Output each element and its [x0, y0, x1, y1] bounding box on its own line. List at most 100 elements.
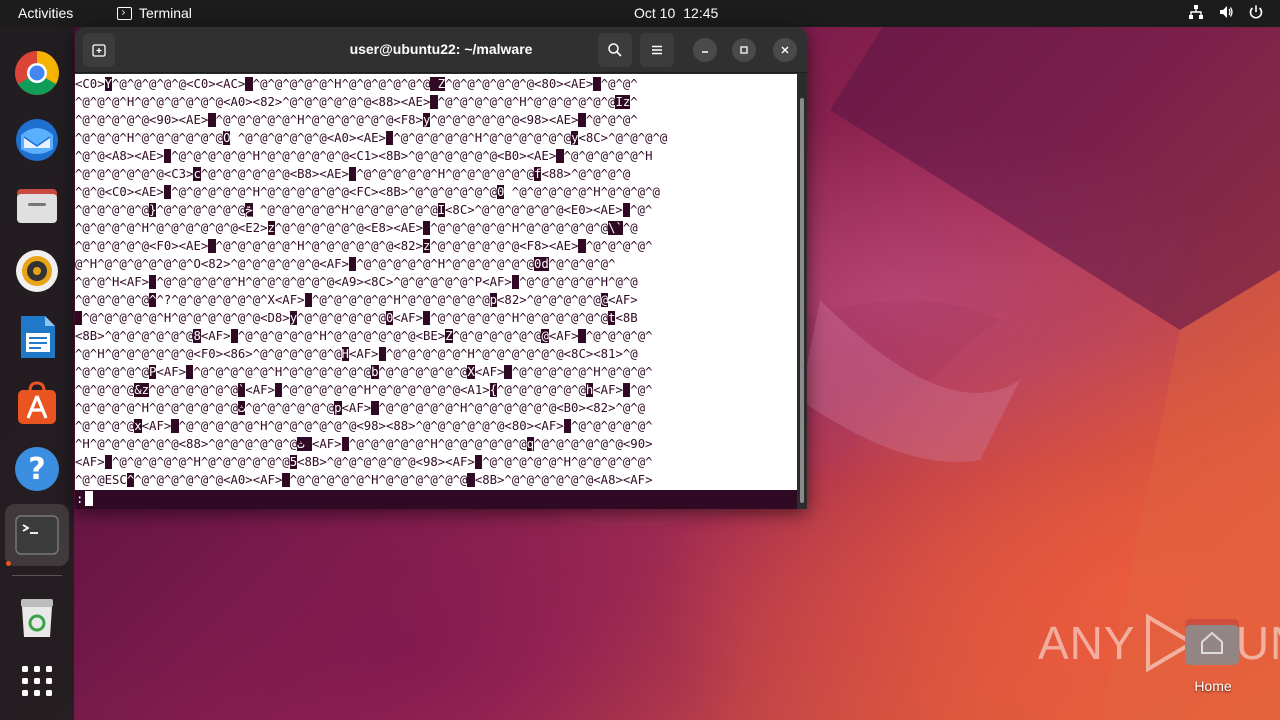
- terminal-text-segment: <8B>^@^@^@^@^@^@<A8><AF>: [474, 473, 653, 487]
- terminal-text-segment: ^@^@^@^@^@^H: [563, 149, 653, 163]
- highlighted-byte: p: [334, 401, 342, 415]
- terminal-line: ^@^@^@^@^H^@^@^@^@^@^@<E2>z^@^@^@^@^@^@<…: [75, 219, 797, 237]
- terminal-text-segment: ^@^@^@^@^@^H^@^@^@^@^@^@: [252, 203, 438, 217]
- menu-button[interactable]: [640, 33, 674, 67]
- pager-prompt-text: :: [76, 492, 84, 506]
- terminal-line: ^@^@<A8><AE> ^@^@^@^@^@^H^@^@^@^@^@^@<C1…: [75, 147, 797, 165]
- terminal-text-segment: ^@^@^@^@^@^H^@^@^@^@^@^@: [393, 131, 572, 145]
- highlighted-byte: p: [489, 293, 498, 307]
- highlighted-byte: @: [600, 293, 609, 307]
- highlighted-byte: b: [371, 365, 379, 379]
- text-cursor: [85, 491, 94, 506]
- clock[interactable]: Oct 10 12:45: [634, 5, 718, 21]
- terminal-text-segment: ^@^@^@^@^@^H^@^@^@^@^@^@<FC><8B>^@^@^@^@…: [171, 185, 497, 199]
- highlighted-byte: Z: [445, 329, 453, 343]
- terminal-text-segment: ^@^@^@^@^@^H^@^@^@^@^@^@: [356, 257, 535, 271]
- terminal-text-segment: ^@^@^@^@^@^H^@^@^@^@: [504, 185, 660, 199]
- highlighted-byte: 5: [289, 455, 298, 469]
- app-menu-label: Terminal: [139, 5, 192, 21]
- dock-app-center[interactable]: [13, 379, 61, 427]
- close-button[interactable]: [773, 38, 797, 62]
- highlighted-byte: [504, 365, 512, 379]
- terminal-text-segment: ^@^@^@^@^@^H^@^@^@^@^@^@: [348, 437, 527, 451]
- highlighted-byte: [208, 113, 216, 127]
- terminal-text-segment: ^@^@^@^@^@^H^@^@^@^@^@^@<A1>: [282, 383, 490, 397]
- search-button[interactable]: [598, 33, 632, 67]
- desktop-home-icon[interactable]: [1183, 617, 1241, 667]
- dock-thunderbird[interactable]: [13, 115, 61, 163]
- terminal-text-segment: ^@^@^@^: [585, 113, 638, 127]
- terminal-text-segment: ^@^@<A8><AE>: [75, 149, 164, 163]
- terminal-text-segment: <82>^@^@^@^@^@: [497, 293, 601, 307]
- highlighted-byte: [245, 77, 253, 91]
- terminal-line: ^@^@ESC^^@^@^@^@^@^@<A0><AF> ^@^@^@^@^@^…: [75, 471, 797, 489]
- rhythmbox-icon: [16, 250, 58, 292]
- terminal-text-segment: <C0>: [75, 77, 105, 91]
- terminal-text-segment: <AF>: [141, 419, 172, 433]
- terminal-line: @^H^@^@^@^@^@^@^O<82>^@^@^@^@^@^@<AF> ^@…: [75, 255, 797, 273]
- help-icon: ?: [15, 447, 59, 491]
- terminal-text-segment: ^@^@^@^@^@^H^@^@^@^@^@^@: [356, 167, 535, 181]
- terminal-text-segment: ^@^@^@^@^@^@<98><AE>: [430, 113, 579, 127]
- dock-terminal[interactable]: [13, 511, 61, 559]
- terminal-text-segment: ^@^@^@^@^@^H^@^@^@^@^@^@: [252, 77, 431, 91]
- terminal-text-segment: ^@^@^@^@^@^H^@^@^@^@^@^@<B0><82>^@^@: [378, 401, 646, 415]
- terminal-text-segment: ^@^@^@^@^@^@<A0><AF>: [134, 473, 283, 487]
- dock-rhythmbox[interactable]: [13, 247, 61, 295]
- terminal-text-segment: ^@^@^@^@^@^@<C3>: [75, 167, 194, 181]
- terminal-text-segment: ^@^@^H<AF>: [75, 275, 150, 289]
- terminal-text-segment: <AF>: [593, 383, 623, 397]
- terminal-text-segment: ^@^@^@^H^@^@^@^@^@^@<A0><82>^@^@^@^@^@^@…: [75, 95, 431, 109]
- terminal-text-segment: ^@^@^@^H^@^@^@^@^@^@: [75, 131, 224, 145]
- terminal-text-segment: <AF>: [548, 329, 579, 343]
- app-center-icon: [18, 381, 56, 424]
- volume-icon: [1220, 6, 1233, 18]
- terminal-line: ^@^@^@^@^@<F0><AE> ^@^@^@^@^@^H^@^@^@^@^…: [75, 237, 797, 255]
- terminal-text-segment: ^@^@^@^@^@^H^@^@^@^@^@^@: [430, 311, 609, 325]
- terminal-text-segment: ^?^@^@^@^@^@^@^X<AF>: [156, 293, 305, 307]
- maximize-button[interactable]: [732, 38, 756, 62]
- terminal-scrollbar[interactable]: [797, 74, 807, 509]
- terminal-text-segment: <AF>: [75, 455, 105, 469]
- dock-trash[interactable]: [13, 593, 61, 641]
- terminal-text-segment: <AF>: [393, 311, 423, 325]
- dock-help[interactable]: ?: [13, 445, 61, 493]
- terminal-text-segment: ^@^@^@^@^@^@<E8><AE>: [274, 221, 423, 235]
- scrollbar-thumb[interactable]: [800, 98, 804, 503]
- terminal-line: ^H^@^@^@^@^@^@<88>^@^@^@^@^@^@ث <AF> ^@^…: [75, 435, 797, 453]
- writer-icon: [21, 316, 55, 358]
- highlighted-byte: x: [134, 419, 142, 433]
- terminal-text-segment: <AF>: [245, 383, 275, 397]
- terminal-text-segment: ^@^@^@^@^@^@<A0><AE>: [230, 131, 386, 145]
- terminal-line: ^@^@^@^H^@^@^@^@^@^@Ô ^@^@^@^@^@^@<A0><A…: [75, 129, 797, 147]
- terminal-text-segment: ^@^@^@^@^@<90><AE>: [75, 113, 209, 127]
- terminal-text-segment: ^@^@^@^@^@^H^@^@^@^@^@^@: [437, 95, 616, 109]
- terminal-text-segment: ^@^@^@^@^@^@: [378, 365, 468, 379]
- highlighted-byte: &z: [134, 383, 150, 397]
- terminal-text-segment: <8B>^@^@^@^@^@^@<98><AF>: [297, 455, 475, 469]
- terminal-text-segment: <8B>^@^@^@^@^@^@: [75, 329, 194, 343]
- dock-files[interactable]: [13, 181, 61, 229]
- dock-separator: [12, 575, 62, 576]
- terminal-line: ^@^H^@^@^@^@^@^@<F0><86>^@^@^@^@^@^@H<AF…: [75, 345, 797, 363]
- terminal-text: <C0>Y^@^@^@^@^@<C0><AC> ^@^@^@^@^@^H^@^@…: [75, 75, 797, 489]
- terminal-window[interactable]: user@ubuntu22: ~/malware <C0>Y^@^@^@^@^@…: [75, 27, 807, 509]
- pager-prompt[interactable]: :: [75, 490, 797, 509]
- system-tray[interactable]: [1188, 4, 1264, 20]
- terminal-line: ^@^@^@^@&z^@^@^@^@^@^@`<AF> ^@^@^@^@^@^H…: [75, 381, 797, 399]
- activities-button[interactable]: Activities: [18, 5, 73, 21]
- app-menu[interactable]: Terminal: [117, 5, 192, 21]
- terminal-output[interactable]: <C0>Y^@^@^@^@^@<C0><AC> ^@^@^@^@^@^H^@^@…: [75, 74, 797, 509]
- terminal-text-segment: ^@^@^@^@^@^@: [149, 383, 238, 397]
- minimize-button[interactable]: [693, 38, 717, 62]
- terminal-line: ^@^@<C0><AE> ^@^@^@^@^@^H^@^@^@^@^@^@<FC…: [75, 183, 797, 201]
- dock-writer[interactable]: [13, 313, 61, 361]
- highlighted-byte: [556, 149, 564, 163]
- terminal-text-segment: ^@^@^@^@^@: [75, 203, 150, 217]
- dock-chrome[interactable]: [13, 49, 61, 97]
- dock-show-apps[interactable]: [13, 657, 61, 705]
- terminal-text-segment: ^@: [622, 221, 638, 235]
- terminal-headerbar[interactable]: user@ubuntu22: ~/malware: [75, 27, 807, 73]
- network-icon: [1189, 5, 1203, 19]
- thunderbird-icon: [16, 119, 58, 161]
